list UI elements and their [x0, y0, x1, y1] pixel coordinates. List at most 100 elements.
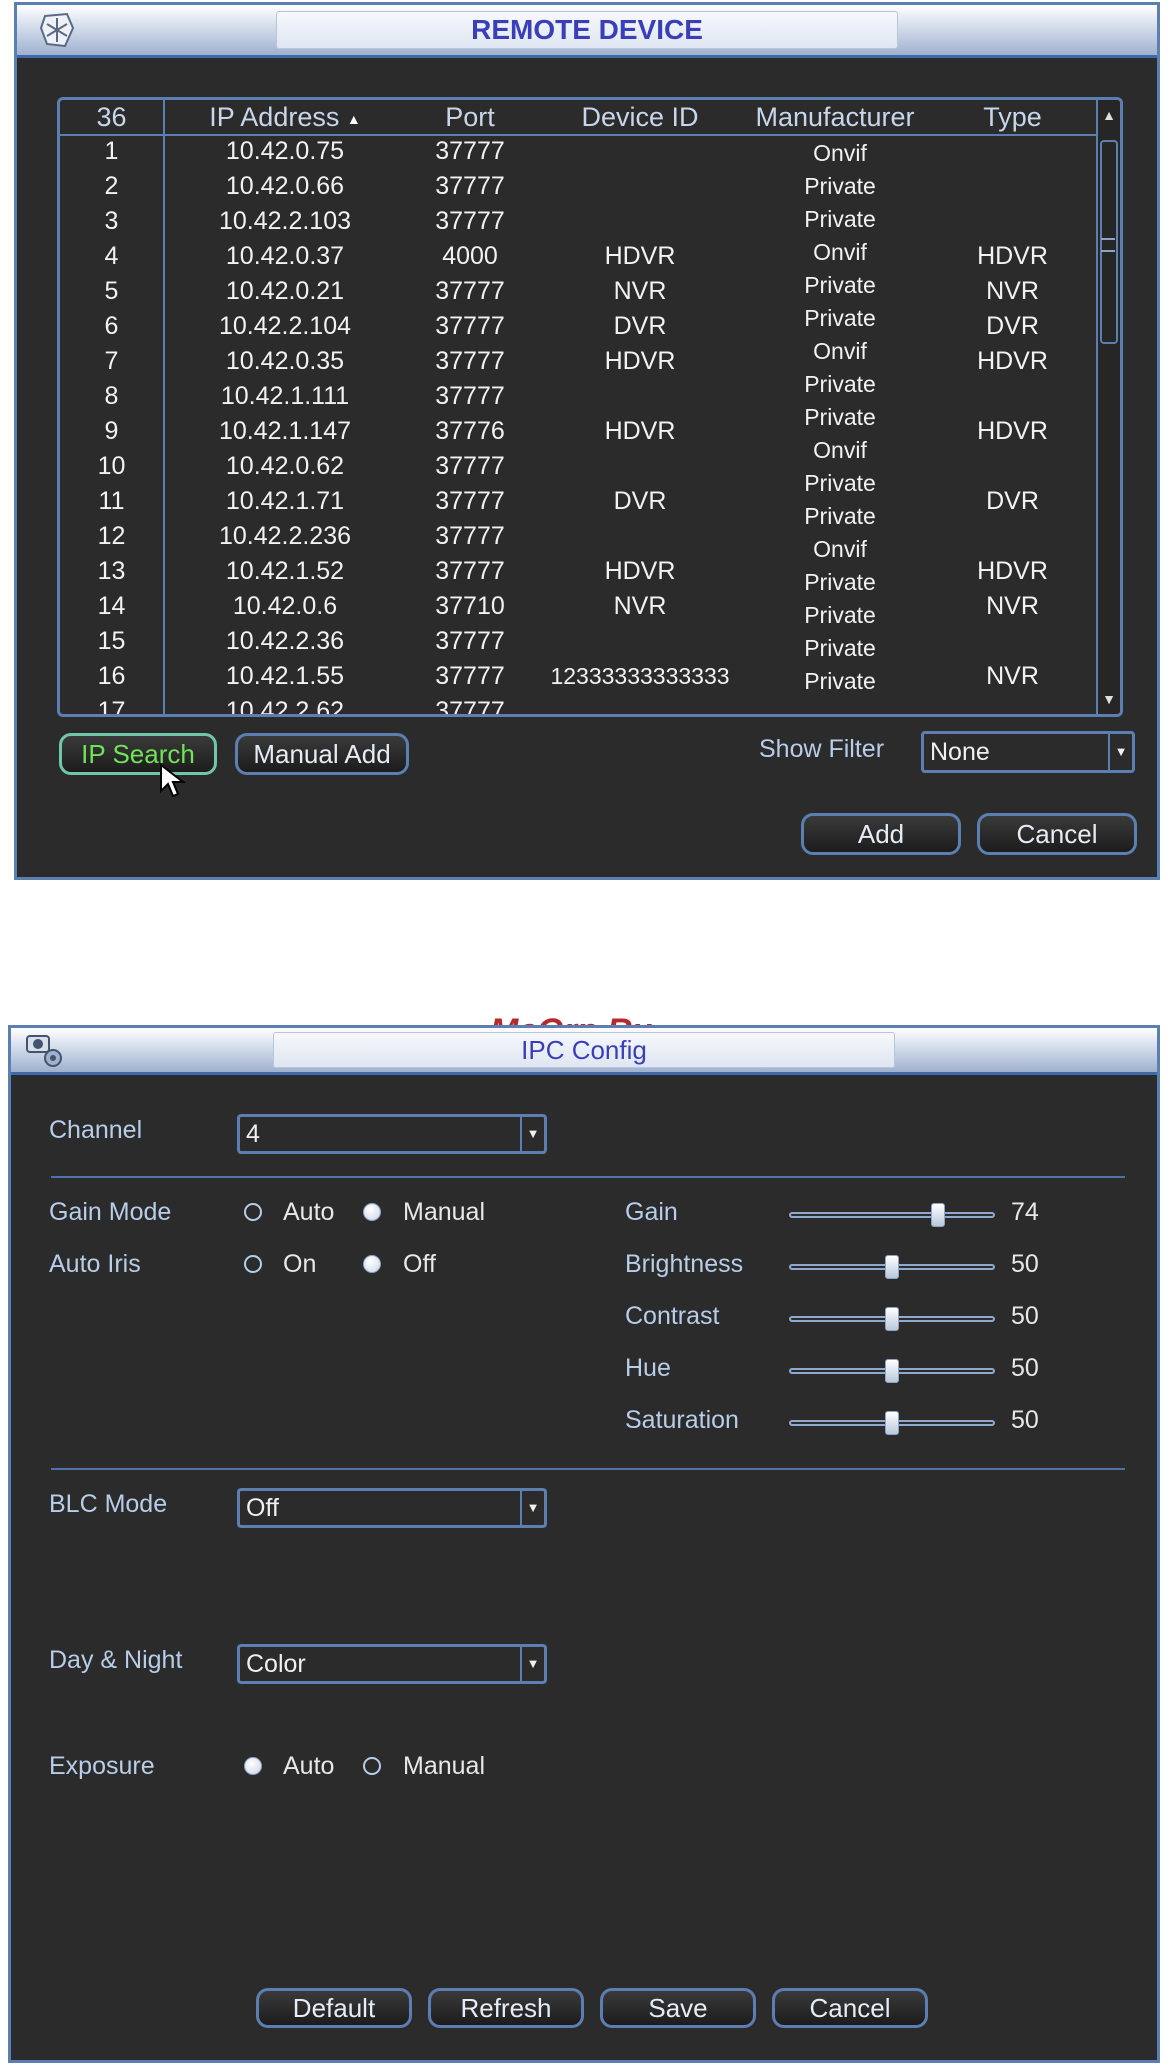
table-row[interactable]: 3 10.42.2.103 37777	[60, 204, 1100, 238]
chevron-down-icon[interactable]: ▼	[520, 1491, 544, 1525]
table-row[interactable]: 1 10.42.0.75 37777	[60, 134, 1100, 168]
chevron-down-icon[interactable]: ▼	[520, 1647, 544, 1681]
show-filter-select[interactable]: None ▼	[921, 731, 1135, 773]
row-port: 37777	[435, 312, 505, 340]
table-row[interactable]: 7 10.42.0.35 37777 HDVR HDVR	[60, 344, 1100, 378]
row-ip-address: 10.42.0.75	[225, 137, 345, 165]
scroll-down-icon[interactable]: ▼	[1098, 684, 1120, 714]
slider-thumb[interactable]	[885, 1359, 899, 1383]
gain-mode-auto-radio[interactable]	[244, 1203, 262, 1221]
device-table[interactable]: 36 IP Address ▲ Port Device ID Manufactu…	[57, 97, 1123, 717]
row-port: 37777	[435, 207, 505, 235]
channel-label: Channel	[49, 1116, 143, 1144]
row-ip-address: 10.42.0.62	[225, 452, 345, 480]
row-device-id: NVR	[613, 592, 667, 620]
row-port: 37777	[435, 697, 505, 717]
row-ip-address: 10.42.2.103	[218, 207, 352, 235]
row-type	[925, 134, 1100, 168]
table-row[interactable]: 4 10.42.0.37 4000 HDVR HDVR	[60, 239, 1100, 273]
refresh-button[interactable]: Refresh	[428, 1988, 584, 2028]
type-header[interactable]: Type	[925, 100, 1100, 134]
table-row[interactable]: 16 10.42.1.55 37777 12333333333333 NVR	[60, 659, 1100, 693]
slider-value: 50	[1011, 1250, 1039, 1278]
slider-thumb[interactable]	[885, 1255, 899, 1279]
table-scrollbar[interactable]: ▲ ▼	[1096, 100, 1120, 714]
table-row[interactable]: 6 10.42.2.104 37777 DVR DVR	[60, 309, 1100, 343]
auto-iris-label: Auto Iris	[49, 1250, 141, 1278]
auto-iris-on-radio[interactable]	[244, 1255, 262, 1273]
row-device-id: DVR	[613, 312, 667, 340]
camera-config-icon	[23, 1030, 65, 1070]
row-type	[925, 379, 1100, 413]
blc-mode-select[interactable]: Off ▼	[237, 1488, 547, 1528]
divider	[51, 1468, 1125, 1470]
row-port: 37777	[435, 662, 505, 690]
table-row[interactable]: 2 10.42.0.66 37777	[60, 169, 1100, 203]
cancel-button[interactable]: Cancel	[977, 813, 1137, 855]
slider-label-brightness: Brightness	[625, 1250, 744, 1278]
row-manufacturer: Private	[804, 602, 876, 628]
slider-thumb[interactable]	[885, 1411, 899, 1435]
table-row[interactable]: 14 10.42.0.6 37710 NVR NVR	[60, 589, 1100, 623]
default-button[interactable]: Default	[256, 1988, 412, 2028]
row-ip-address: 10.42.0.66	[225, 172, 345, 200]
slider-label-gain: Gain	[625, 1198, 678, 1226]
row-manufacturer: Onvif	[813, 437, 867, 463]
row-device-id	[535, 134, 745, 168]
slider-gain[interactable]	[789, 1212, 995, 1218]
channel-select[interactable]: 4 ▼	[237, 1114, 547, 1154]
ip-search-button[interactable]: IP Search	[59, 733, 217, 775]
row-number: 4	[104, 242, 119, 270]
exposure-manual-radio[interactable]	[363, 1757, 381, 1775]
row-ip-address: 10.42.0.37	[225, 242, 345, 270]
row-manufacturer: Onvif	[813, 239, 867, 265]
device-id-header[interactable]: Device ID	[535, 100, 745, 134]
row-type: HDVR	[977, 557, 1048, 585]
manual-add-button[interactable]: Manual Add	[235, 733, 409, 775]
auto-iris-off-radio[interactable]	[363, 1255, 381, 1273]
gain-mode-auto-label: Auto	[283, 1198, 335, 1226]
show-filter-label: Show Filter	[759, 735, 885, 763]
manufacturer-header[interactable]: Manufacturer	[745, 100, 925, 134]
row-port: 37777	[435, 172, 505, 200]
table-row[interactable]: 12 10.42.2.236 37777	[60, 519, 1100, 553]
day-night-select[interactable]: Color ▼	[237, 1644, 547, 1684]
row-device-id	[535, 169, 745, 203]
table-row[interactable]: 17 10.42.2.62 37777	[60, 694, 1100, 717]
table-row[interactable]: 10 10.42.0.62 37777	[60, 449, 1100, 483]
add-button[interactable]: Add	[801, 813, 961, 855]
row-number: 8	[104, 382, 119, 410]
row-manufacturer: Private	[804, 569, 876, 595]
table-row[interactable]: 15 10.42.2.36 37777	[60, 624, 1100, 658]
port-header[interactable]: Port	[405, 100, 535, 134]
row-type	[925, 204, 1100, 238]
row-number: 13	[97, 557, 126, 585]
table-row[interactable]: 5 10.42.0.21 37777 NVR NVR	[60, 274, 1100, 308]
ip-address-header[interactable]: IP Address ▲	[165, 100, 405, 134]
exposure-manual-label: Manual	[403, 1752, 485, 1780]
row-device-id: HDVR	[604, 242, 676, 270]
row-device-id: 12333333333333	[550, 663, 730, 689]
slider-value: 74	[1011, 1198, 1039, 1226]
exposure-label: Exposure	[49, 1752, 155, 1780]
row-device-id	[535, 204, 745, 238]
device-table-header: 36 IP Address ▲ Port Device ID Manufactu…	[60, 100, 1100, 136]
chevron-down-icon[interactable]: ▼	[1108, 734, 1132, 770]
table-row[interactable]: 8 10.42.1.111 37777	[60, 379, 1100, 413]
scroll-up-icon[interactable]: ▲	[1098, 100, 1120, 130]
ipc-cancel-button[interactable]: Cancel	[772, 1988, 928, 2028]
row-manufacturer: Private	[804, 305, 876, 331]
table-row[interactable]: 11 10.42.1.71 37777 DVR DVR	[60, 484, 1100, 518]
channel-value: 4	[246, 1120, 260, 1148]
table-row[interactable]: 9 10.42.1.147 37776 HDVR HDVR	[60, 414, 1100, 448]
save-button[interactable]: Save	[600, 1988, 756, 2028]
exposure-auto-radio[interactable]	[244, 1757, 262, 1775]
gain-mode-label: Gain Mode	[49, 1198, 172, 1226]
gain-mode-manual-radio[interactable]	[363, 1203, 381, 1221]
blc-mode-label: BLC Mode	[49, 1490, 168, 1518]
chevron-down-icon[interactable]: ▼	[520, 1117, 544, 1151]
slider-thumb[interactable]	[885, 1307, 899, 1331]
table-row[interactable]: 13 10.42.1.52 37777 HDVR HDVR	[60, 554, 1100, 588]
row-type	[925, 449, 1100, 483]
slider-thumb[interactable]	[931, 1203, 946, 1227]
